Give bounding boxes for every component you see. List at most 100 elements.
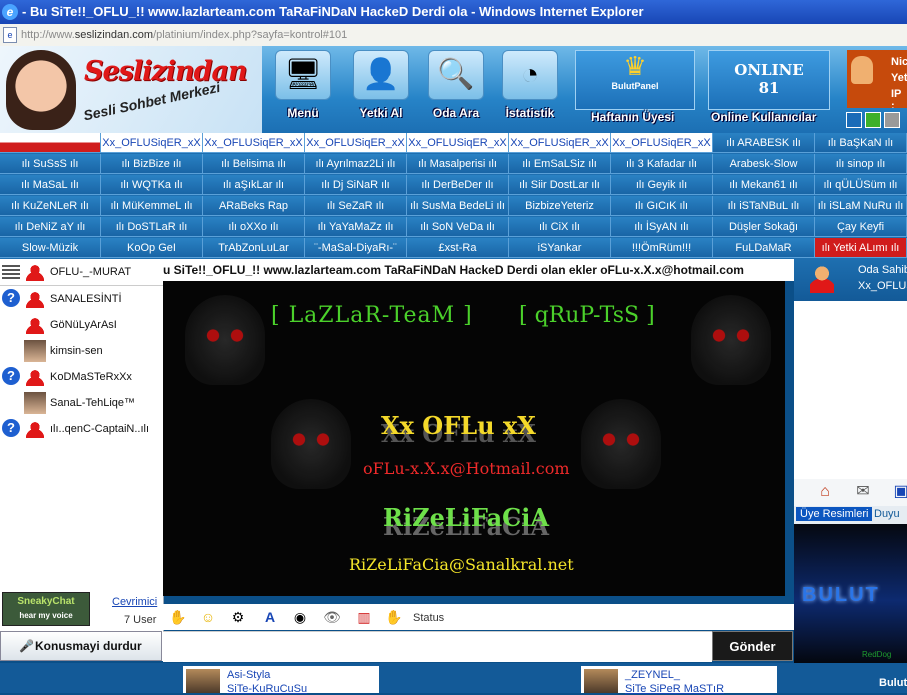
list-item[interactable]: SanaL-TehLiqe™ [0, 390, 163, 416]
room-cell[interactable]: Xx_OFLUSiqER_xX [509, 133, 611, 153]
room-cell[interactable]: ılı aŞıkLar ılı [203, 175, 305, 195]
room-cell[interactable]: ılı MüKemmeL ılı [101, 196, 203, 216]
room-cell[interactable]: Xx_OFLUSiqER_xX [407, 133, 509, 153]
list-view-icon[interactable] [2, 265, 20, 279]
room-cell[interactable]: iSYankar [509, 238, 611, 258]
room-cell[interactable]: ılı iSLaM NuRu ılı [815, 196, 907, 216]
room-cell[interactable]: ılı ARABESK ılı [713, 133, 815, 153]
user-name: SanaL-TehLiqe™ [50, 397, 136, 409]
room-cell[interactable]: Düşler Sokağı [713, 217, 815, 237]
current-user-row[interactable]: OFLU-_-MURAT [0, 259, 163, 286]
room-cell[interactable]: ılı DoSTLaR ılı [101, 217, 203, 237]
status-label[interactable]: Status [413, 612, 444, 624]
room-cell[interactable]: ılı KuZeNLeR ılı [0, 196, 101, 216]
list-item[interactable]: GöNüLyArAsI [0, 312, 163, 338]
room-cell[interactable]: ARaBeks Rap [203, 196, 305, 216]
tab-announcements[interactable]: Duyu [874, 508, 900, 520]
minimize-square[interactable] [846, 112, 862, 128]
volume-icon[interactable]: ▥ [355, 608, 373, 626]
site-logo[interactable]: Seslizindan Sesli Sohbet Merkezi [0, 46, 262, 133]
bulut-panel-button[interactable]: ♛ BulutPanel [575, 50, 695, 110]
featured-user-card[interactable]: Asi-Styla SiTe-KuRuCuSu [183, 666, 379, 695]
close-square[interactable] [884, 112, 900, 128]
camera-icon[interactable]: ⚙ [229, 608, 247, 626]
room-cell[interactable]: ılı Yetki ALımı ılı [815, 238, 907, 258]
online-users-label[interactable]: Online Kullanıcılar [711, 110, 816, 124]
room-cell[interactable]: ılı MaSaL ılı [0, 175, 101, 195]
featured-user-card[interactable]: _ZEYNEL_ SiTe SiPeR MaSTıR [581, 666, 777, 695]
room-cell[interactable]: ılı EmSaLSiz ılı [509, 154, 611, 174]
room-cell[interactable]: ılı DeNiZ aY ılı [0, 217, 101, 237]
room-cell[interactable]: ılı Ayrılmaz2Li ılı [305, 154, 407, 174]
room-cell[interactable]: ılı BaŞKaN ılı [815, 133, 907, 153]
raise-hand-icon[interactable]: ✋ [385, 608, 403, 626]
smiley-icon[interactable]: ☺ [199, 608, 217, 626]
help-icon: ? [2, 419, 20, 437]
maximize-square[interactable] [865, 112, 881, 128]
room-cell[interactable]: ılı DerBeDer ılı [407, 175, 509, 195]
sneakychat-logo[interactable]: SneakyChat hear my voice [2, 592, 90, 626]
room-cell[interactable]: Arabesk-Slow [713, 154, 815, 174]
room-cell[interactable]: ılı sinop ılı [815, 154, 907, 174]
webcam-icon[interactable]: ◉ [291, 608, 309, 626]
room-cell[interactable]: ılı Mekan61 ılı [713, 175, 815, 195]
room-cell[interactable]: £xst-Ra [407, 238, 509, 258]
room-cell[interactable]: BizbizeYeteriz [509, 196, 611, 216]
yetki-al-button[interactable]: 👤 Yetki Al [346, 50, 416, 130]
room-cell[interactable]: ılı 3 Kafadar ılı [611, 154, 713, 174]
room-cell[interactable]: ılı Masalperisi ılı [407, 154, 509, 174]
message-input[interactable] [163, 631, 712, 662]
room-cell[interactable]: ılı Belisima ılı [203, 154, 305, 174]
home-icon[interactable]: ⌂ [814, 482, 836, 502]
room-cell[interactable]: !!!ÖmRüm!!! [611, 238, 713, 258]
room-cell[interactable]: ılı CiX ılı [509, 217, 611, 237]
banner-email2: RiZeLiFaCia@Sanalkral.net [349, 555, 574, 574]
room-cell[interactable]: Xx_OFLUSiqER_xX [611, 133, 713, 153]
tab-member-photos[interactable]: Üye Resimleri [796, 507, 873, 521]
room-cell[interactable]: ılı YaYaMaZz ılı [305, 217, 407, 237]
online-link[interactable]: Cevrimici [112, 596, 157, 608]
room-cell[interactable]: ılı qÜLÜSüm ılı [815, 175, 907, 195]
room-cell[interactable]: ılı İSyAN ılı [611, 217, 713, 237]
room-cell[interactable]: ılı SoN VeDa ılı [407, 217, 509, 237]
room-cell[interactable]: ılı SeZaR ılı [305, 196, 407, 216]
week-member-label[interactable]: Haftanın Üyesi [591, 110, 674, 124]
room-cell[interactable]: ılı iSTaNBuL ılı [713, 196, 815, 216]
room-cell[interactable]: FuLDaMaR [713, 238, 815, 258]
user-name: kimsin-sen [50, 345, 103, 357]
room-cell[interactable]: Xx_OFLUSiqER_xX [305, 133, 407, 153]
room-cell[interactable]: Çay Keyfi [815, 217, 907, 237]
menu-button[interactable]: 🖥 Menü [268, 50, 338, 130]
istatistik-button[interactable]: ◔ İstatistik [495, 50, 565, 130]
address-bar[interactable]: e http://www.seslizindan.com/platinium/in… [0, 24, 907, 47]
room-cell[interactable] [0, 133, 101, 153]
room-cell[interactable]: ılı Siir DostLar ılı [509, 175, 611, 195]
list-item[interactable]: ? KoDMaSTeRxXx [0, 364, 163, 390]
hand-icon[interactable]: ✋ [169, 608, 187, 626]
room-cell[interactable]: Slow-Müzik [0, 238, 101, 258]
list-item[interactable]: ? ılı..qenC-CaptaiN..ılı [0, 416, 163, 442]
room-cell[interactable]: Xx_OFLUSiqER_xX [203, 133, 305, 153]
room-cell[interactable]: ılı Geyik ılı [611, 175, 713, 195]
text-format-icon[interactable]: A [261, 608, 279, 626]
room-cell[interactable]: ılı WQTKa ılı [101, 175, 203, 195]
list-item[interactable]: kimsin-sen [0, 338, 163, 364]
room-cell[interactable]: ılı SuSsS ılı [0, 154, 101, 174]
window-title-bar: e - Bu SiTe!!_OFLU_!! www.lazlarteam.com … [0, 0, 907, 24]
list-item[interactable]: ? SANALESİNTİ [0, 286, 163, 312]
room-cell[interactable]: ılı GıCıK ılı [611, 196, 713, 216]
window-icon[interactable]: ▣ [890, 482, 907, 502]
room-cell[interactable]: ılı Dj SiNaR ılı [305, 175, 407, 195]
send-button[interactable]: Gönder [712, 631, 793, 661]
room-cell[interactable]: KoOp GeI [101, 238, 203, 258]
room-cell[interactable]: ¨-MaSal-DiyaRı-¨ [305, 238, 407, 258]
room-cell[interactable]: ılı oXXo ılı [203, 217, 305, 237]
oda-ara-button[interactable]: 🔍 Oda Ara [421, 50, 491, 130]
room-cell[interactable]: ılı SusMa BedeLi ılı [407, 196, 509, 216]
add-message-icon[interactable]: ✉ [852, 482, 874, 502]
stop-talking-button[interactable]: 🎤Konusmayi durdur [0, 631, 162, 661]
eye-icon[interactable]: 👁 [323, 608, 341, 626]
room-cell[interactable]: Xx_OFLUSiqER_xX [101, 133, 203, 153]
room-cell[interactable]: ılı BizBize ılı [101, 154, 203, 174]
room-cell[interactable]: TrAbZonLuLar [203, 238, 305, 258]
